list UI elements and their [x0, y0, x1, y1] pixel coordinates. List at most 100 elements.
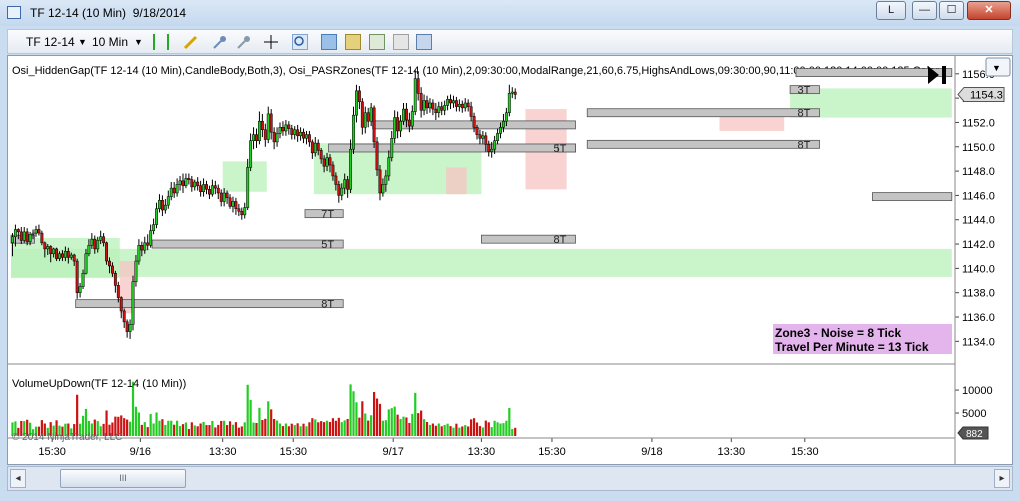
volume-bar: [208, 425, 211, 436]
candle: [466, 99, 470, 112]
info-box-line1: Zone3 - Noise = 8 Tick: [775, 326, 901, 340]
volume-bar: [414, 392, 417, 436]
sr-level-label: 7T: [321, 209, 334, 221]
volume-bar: [255, 422, 258, 436]
candle: [399, 115, 403, 138]
volume-bar: [273, 419, 276, 436]
candle: [205, 180, 208, 195]
volume-bar: [296, 423, 299, 436]
candle: [240, 207, 244, 220]
strategies-icon[interactable]: [369, 34, 385, 50]
red-zone: [446, 167, 467, 195]
volume-bar: [355, 402, 358, 436]
candle: [299, 127, 303, 141]
candle: [146, 234, 150, 251]
volume-bar: [170, 420, 173, 436]
volume-bar: [155, 412, 158, 436]
volume-bar: [275, 420, 279, 436]
candle: [131, 275, 135, 331]
zoom-icon[interactable]: [292, 34, 308, 50]
volume-bar: [220, 420, 223, 436]
tool-icon[interactable]: [236, 34, 252, 50]
volume-bar: [352, 391, 355, 436]
price-tick-label: 1144.0: [962, 215, 995, 227]
candle: [243, 202, 247, 219]
crosshair-icon[interactable]: [263, 34, 279, 50]
candle: [34, 225, 38, 237]
interval-dropdown-icon[interactable]: ▼: [134, 37, 143, 47]
volume-bar: [434, 425, 437, 436]
maximize-button[interactable]: ☐: [939, 1, 964, 20]
horizontal-scrollbar[interactable]: ◂ III ▸: [7, 466, 1013, 491]
candle: [478, 129, 482, 145]
data-box-icon[interactable]: [393, 34, 409, 50]
chart-app-icon: [7, 6, 21, 19]
last-volume-marker: 882: [957, 426, 989, 440]
volume-bar: [475, 422, 479, 436]
volume-bar: [225, 425, 229, 436]
candle: [155, 202, 158, 229]
volume-bar: [243, 422, 246, 436]
sr-level-label: 8T: [798, 139, 811, 151]
candle: [281, 121, 285, 136]
candle: [272, 127, 276, 150]
time-tick-label: 15:30: [279, 446, 307, 458]
volume-bar: [372, 392, 376, 436]
scroll-left-button[interactable]: ◂: [10, 469, 26, 488]
volume-bar: [340, 422, 343, 436]
volume-bar: [167, 420, 170, 436]
chart-style-icon[interactable]: [153, 34, 169, 50]
instrument-dropdown-icon[interactable]: ▼: [78, 37, 87, 47]
candle: [228, 194, 232, 209]
volume-bar: [420, 410, 423, 436]
candle: [463, 98, 467, 112]
candle: [263, 123, 267, 147]
volume-bar: [193, 425, 196, 436]
volume-bar: [126, 419, 129, 436]
close-button[interactable]: ✕: [967, 1, 1011, 20]
volume-bar: [302, 423, 305, 436]
volume-bar: [311, 418, 314, 436]
scroll-thumb[interactable]: III: [60, 469, 186, 488]
volume-bar: [299, 426, 302, 436]
chart-canvas[interactable]: Osi_HiddenGap(TF 12-14 (10 Min),CandleBo…: [8, 56, 1012, 464]
candle: [513, 88, 517, 100]
volume-bar: [237, 427, 240, 436]
volume-bar: [508, 407, 511, 436]
scroll-right-button[interactable]: ▸: [994, 469, 1010, 488]
instrument-selector[interactable]: TF 12-14: [26, 35, 75, 49]
candle: [369, 102, 373, 127]
window-title: TF 12-14 (10 Min) 9/18/2014: [30, 6, 187, 20]
candle: [307, 130, 311, 147]
candle: [507, 84, 511, 117]
candle: [360, 98, 364, 135]
candle: [125, 319, 129, 338]
volume-bar: [261, 420, 264, 436]
panel-menu-icon[interactable]: ▼: [992, 63, 1001, 73]
volume-bar: [314, 419, 317, 436]
interval-selector[interactable]: 10 Min: [92, 35, 128, 49]
candle: [352, 106, 355, 155]
candle: [193, 179, 197, 191]
volume-bar: [320, 421, 323, 436]
properties-icon[interactable]: [321, 34, 337, 50]
link-button[interactable]: L: [876, 1, 906, 20]
minimize-button[interactable]: —: [912, 1, 937, 20]
candle: [163, 199, 167, 214]
price-tick-label: 1140.0: [962, 263, 995, 275]
candle: [419, 87, 423, 118]
template-icon[interactable]: [416, 34, 432, 50]
candle: [113, 270, 117, 293]
candle: [149, 224, 153, 248]
volume-bar: [293, 425, 296, 436]
sr-level-label: 8T: [553, 234, 566, 246]
candle: [390, 130, 394, 162]
indicators-icon[interactable]: [345, 34, 361, 50]
drawing-tool-icon[interactable]: [183, 34, 199, 50]
volume-bar: [449, 426, 452, 436]
candle: [105, 241, 108, 265]
volume-bar: [290, 423, 293, 436]
pin-icon[interactable]: [212, 34, 228, 50]
volume-bar: [499, 423, 502, 436]
volume-bar: [464, 425, 467, 436]
